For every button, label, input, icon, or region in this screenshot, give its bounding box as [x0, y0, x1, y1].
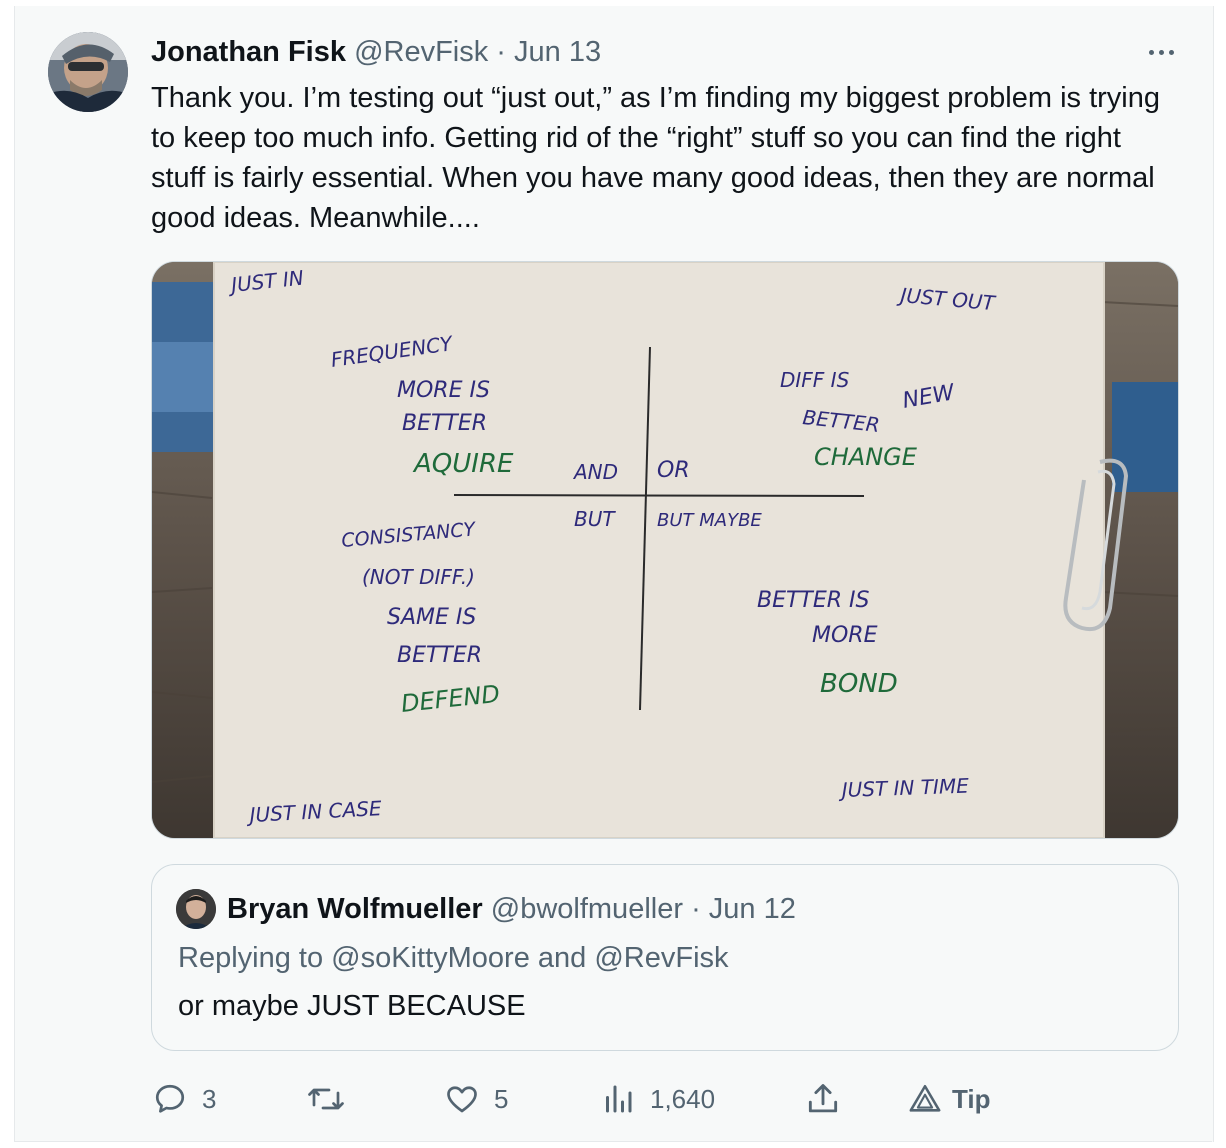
replying-to-label: Replying to: [178, 942, 324, 974]
retweet-button[interactable]: [306, 1078, 360, 1120]
quoted-author-handle[interactable]: @bwolfmueller: [491, 893, 683, 925]
quoted-author-avatar[interactable]: [176, 889, 216, 929]
note-more-is: MORE IS: [397, 378, 490, 403]
reply-icon: [155, 1084, 185, 1113]
separator-dot: ·: [691, 893, 701, 925]
tweet-header: Jonathan Fisk @RevFisk · Jun 13: [151, 34, 601, 70]
share-icon: [808, 1084, 838, 1113]
separator-dot: ·: [496, 36, 506, 68]
tip-label: Tip: [952, 1083, 991, 1114]
heart-icon: [447, 1086, 477, 1113]
tip-icon: [909, 1084, 941, 1112]
quoted-date[interactable]: Jun 12: [709, 893, 796, 925]
note-or: OR: [657, 458, 690, 483]
reply-user-link[interactable]: @soKittyMoore: [331, 942, 530, 974]
note-diff-is: DIFF IS: [780, 368, 850, 392]
quoted-author-name[interactable]: Bryan Wolfmueller: [227, 893, 483, 925]
like-count: 5: [494, 1083, 509, 1114]
reply-user-link[interactable]: @RevFisk: [594, 942, 728, 974]
divider: [14, 1141, 1212, 1142]
reply-button[interactable]: 3: [152, 1078, 216, 1120]
note-same-is: SAME IS: [387, 605, 476, 630]
author-name[interactable]: Jonathan Fisk: [151, 36, 346, 68]
note-better-tl: BETTER: [402, 411, 487, 436]
author-handle[interactable]: @RevFisk: [354, 36, 488, 68]
quoted-header: Bryan Wolfmueller @bwolfmueller · Jun 12: [227, 891, 796, 927]
retweet-icon: [308, 1088, 344, 1110]
quoted-tweet[interactable]: Bryan Wolfmueller @bwolfmueller · Jun 12…: [151, 864, 1179, 1051]
replying-to-line: Replying to @soKittyMoore and @RevFisk: [178, 939, 729, 977]
note-but: BUT: [574, 507, 616, 531]
views-chart-icon: [606, 1085, 632, 1113]
share-button[interactable]: [804, 1078, 842, 1120]
note-better-is: BETTER IS: [757, 588, 870, 613]
tweet-date[interactable]: Jun 13: [514, 36, 601, 68]
quoted-text: or maybe JUST BECAUSE: [178, 990, 526, 1022]
note-more: MORE: [812, 623, 878, 648]
author-avatar[interactable]: [48, 32, 128, 112]
tweet-text: Thank you. I’m testing out “just out,” a…: [151, 82, 1160, 234]
like-button[interactable]: 5: [444, 1078, 508, 1120]
tweet-media-photo[interactable]: JUST IN JUST OUT FREQUENCY MORE IS BETTE…: [151, 261, 1179, 839]
note-and: AND: [572, 460, 618, 484]
note-better-bl: BETTER: [397, 643, 482, 668]
note-but-maybe: BUT MAYBE: [657, 510, 762, 531]
note-just-in-time: JUST IN TIME: [837, 774, 969, 803]
more-options-icon[interactable]: [1143, 38, 1179, 66]
reply-and-label: and: [537, 942, 587, 974]
note-not-diff: (NOT DIFF.): [362, 565, 475, 589]
view-count: 1,640: [650, 1083, 716, 1114]
views-button[interactable]: 1,640: [600, 1078, 715, 1120]
note-aquire: AQUIRE: [412, 449, 514, 479]
note-change: CHANGE: [814, 443, 918, 471]
tip-button[interactable]: Tip: [908, 1078, 991, 1120]
reply-count: 3: [202, 1083, 217, 1114]
note-bond: BOND: [820, 669, 898, 699]
